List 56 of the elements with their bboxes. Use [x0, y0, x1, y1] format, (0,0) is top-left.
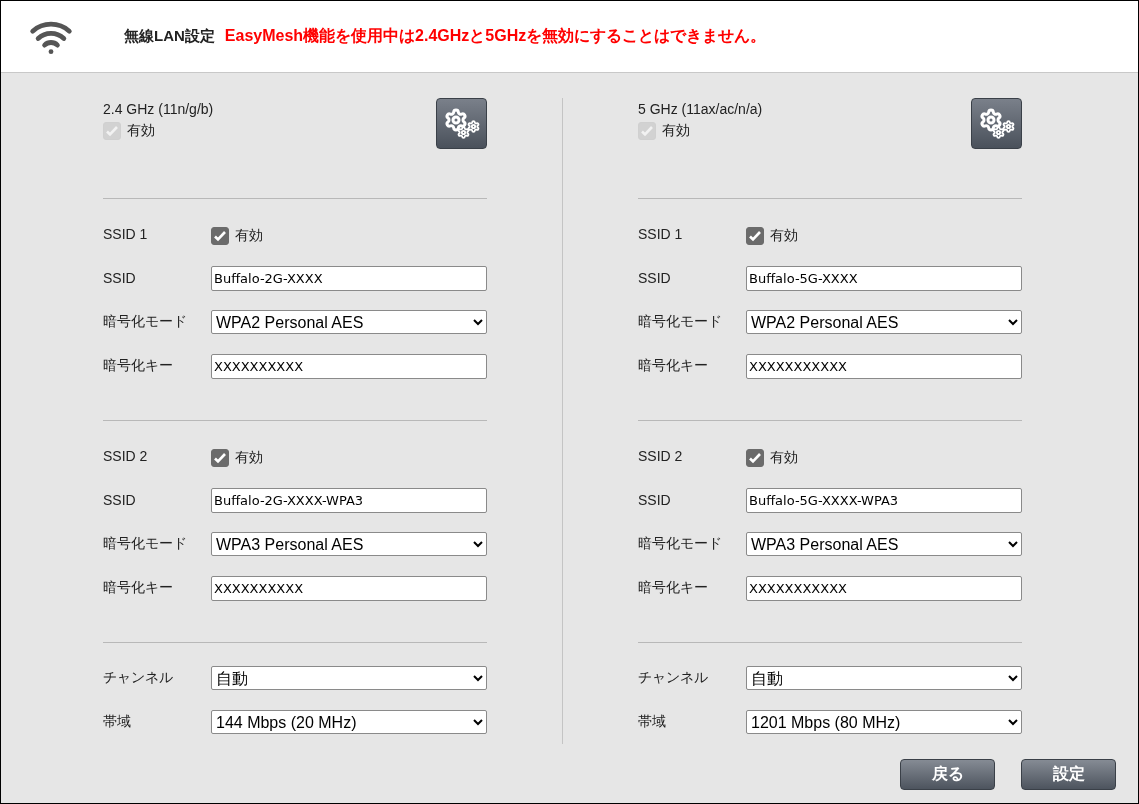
dropdown[interactable]: 自動	[211, 666, 487, 690]
settings-button[interactable]	[971, 98, 1022, 149]
field-label: 暗号化キー	[103, 579, 174, 597]
dropdown[interactable]: 144 Mbps (20 MHz)	[211, 710, 487, 734]
field-label: 暗号化キー	[638, 579, 709, 597]
input-field[interactable]: XXXXXXXXXX	[211, 575, 487, 601]
field-label: SSID	[638, 492, 672, 508]
band-title: 5 GHz (11ax/ac/n/a)	[638, 100, 763, 118]
field-label: SSID	[638, 270, 672, 286]
gears-icon	[443, 107, 480, 140]
page-title: 無線LAN設定	[124, 27, 215, 46]
action-button[interactable]: 設定	[1021, 759, 1116, 790]
input-field[interactable]: Buffalo-2G-XXXX-WPA3	[211, 487, 487, 513]
field-label: SSID	[103, 270, 137, 286]
field-label: 暗号化モード	[638, 535, 723, 553]
dropdown[interactable]: WPA2 Personal AES	[746, 310, 1022, 334]
field-label: 帯域	[638, 713, 667, 731]
checkbox[interactable]	[746, 449, 764, 467]
checkbox-label: 有効	[770, 449, 798, 467]
input-field[interactable]: XXXXXXXXXXX	[746, 353, 1022, 379]
input-field[interactable]: Buffalo-2G-XXXX	[211, 265, 487, 291]
ssid-label: SSID 2	[103, 448, 149, 464]
checkbox-label: 有効	[770, 227, 798, 245]
input-field[interactable]: XXXXXXXXXXX	[746, 575, 1022, 601]
ssid-label: SSID 1	[103, 226, 149, 242]
warning-message: EasyMesh機能を使用中は2.4GHzと5GHzを無効にすることはできません。	[224, 26, 767, 46]
checkbox-label: 有効	[235, 449, 263, 467]
field-label: 暗号化モード	[638, 313, 723, 331]
input-field[interactable]: Buffalo-5G-XXXX	[746, 265, 1022, 291]
input-field[interactable]: Buffalo-5G-XXXX-WPA3	[746, 487, 1022, 513]
field-label: 暗号化キー	[638, 357, 709, 375]
dropdown[interactable]: WPA2 Personal AES	[211, 310, 487, 334]
field-label: 暗号化モード	[103, 535, 188, 553]
ssid-label: SSID 2	[638, 448, 684, 464]
checkbox[interactable]	[211, 449, 229, 467]
gears-icon	[978, 107, 1015, 140]
dropdown[interactable]: 自動	[746, 666, 1022, 690]
band-title: 2.4 GHz (11n/g/b)	[103, 100, 214, 118]
checkbox-label: 有効	[662, 122, 690, 140]
dropdown[interactable]: WPA3 Personal AES	[211, 532, 487, 556]
field-label: SSID	[103, 492, 137, 508]
field-label: チャンネル	[638, 669, 709, 687]
field-label: 暗号化キー	[103, 357, 174, 375]
checkbox-label: 有効	[235, 227, 263, 245]
dropdown[interactable]: 1201 Mbps (80 MHz)	[746, 710, 1022, 734]
checkbox-label: 有効	[127, 122, 155, 140]
action-button[interactable]: 戻る	[900, 759, 995, 790]
field-label: 帯域	[103, 713, 132, 731]
field-label: チャンネル	[103, 669, 174, 687]
field-label: 暗号化モード	[103, 313, 188, 331]
settings-button[interactable]	[436, 98, 487, 149]
input-field[interactable]: XXXXXXXXXX	[211, 353, 487, 379]
checkbox[interactable]	[211, 227, 229, 245]
ssid-label: SSID 1	[638, 226, 684, 242]
checkbox[interactable]	[746, 227, 764, 245]
dropdown[interactable]: WPA3 Personal AES	[746, 532, 1022, 556]
